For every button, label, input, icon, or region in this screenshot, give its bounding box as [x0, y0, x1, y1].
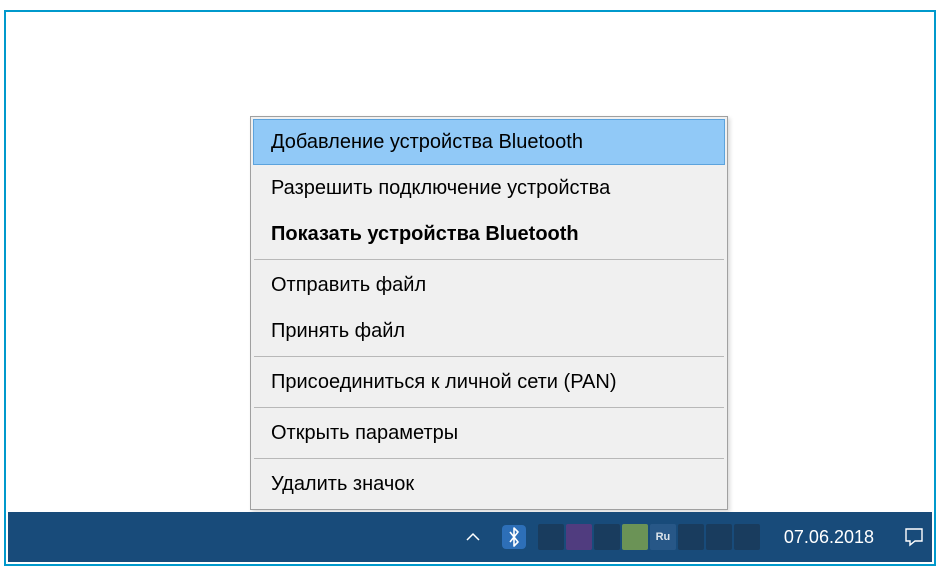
tray-icon-network[interactable] [706, 524, 732, 550]
taskbar: Ru 07.06.2018 [8, 512, 932, 562]
menu-item-label: Добавление устройства Bluetooth [271, 131, 583, 153]
tray-icon-generic[interactable] [538, 524, 564, 550]
menu-separator [254, 407, 724, 408]
menu-item-label: Присоединиться к личной сети (PAN) [271, 371, 617, 393]
tray-icon-generic[interactable] [622, 524, 648, 550]
menu-separator [254, 458, 724, 459]
taskbar-clock[interactable]: 07.06.2018 [770, 527, 888, 548]
menu-item-label: Разрешить подключение устройства [271, 177, 610, 199]
menu-separator [254, 259, 724, 260]
menu-item-label: Отправить файл [271, 274, 426, 296]
menu-item-remove-icon[interactable]: Удалить значок [253, 461, 725, 507]
menu-item-allow-connection[interactable]: Разрешить подключение устройства [253, 165, 725, 211]
menu-item-label: Открыть параметры [271, 422, 458, 444]
menu-separator [254, 356, 724, 357]
menu-item-open-settings[interactable]: Открыть параметры [253, 410, 725, 456]
language-label: Ru [656, 531, 671, 543]
action-center-icon [903, 526, 925, 548]
system-tray: Ru 07.06.2018 [460, 512, 928, 562]
menu-item-join-pan[interactable]: Присоединиться к личной сети (PAN) [253, 359, 725, 405]
tray-icons-group: Ru [538, 524, 760, 550]
bluetooth-context-menu: Добавление устройства Bluetooth Разрешит… [250, 116, 728, 510]
menu-item-label: Принять файл [271, 320, 405, 342]
show-hidden-icons-button[interactable] [460, 524, 486, 550]
desktop-area: Добавление устройства Bluetooth Разрешит… [8, 14, 932, 514]
tray-icon-generic[interactable] [594, 524, 620, 550]
chevron-up-icon [465, 529, 481, 545]
taskbar-date: 07.06.2018 [784, 527, 874, 548]
language-indicator[interactable]: Ru [650, 524, 676, 550]
bluetooth-icon [502, 525, 526, 549]
menu-item-show-bluetooth-devices[interactable]: Показать устройства Bluetooth [253, 211, 725, 257]
window-frame: Добавление устройства Bluetooth Разрешит… [4, 10, 936, 566]
menu-item-send-file[interactable]: Отправить файл [253, 262, 725, 308]
menu-item-label: Удалить значок [271, 473, 414, 495]
menu-item-label: Показать устройства Bluetooth [271, 223, 579, 245]
action-center-button[interactable] [900, 523, 928, 551]
bluetooth-tray-icon[interactable] [500, 523, 528, 551]
tray-icon-volume[interactable] [734, 524, 760, 550]
tray-icon-generic[interactable] [678, 524, 704, 550]
menu-item-add-bluetooth-device[interactable]: Добавление устройства Bluetooth [253, 119, 725, 165]
menu-item-receive-file[interactable]: Принять файл [253, 308, 725, 354]
tray-icon-generic[interactable] [566, 524, 592, 550]
